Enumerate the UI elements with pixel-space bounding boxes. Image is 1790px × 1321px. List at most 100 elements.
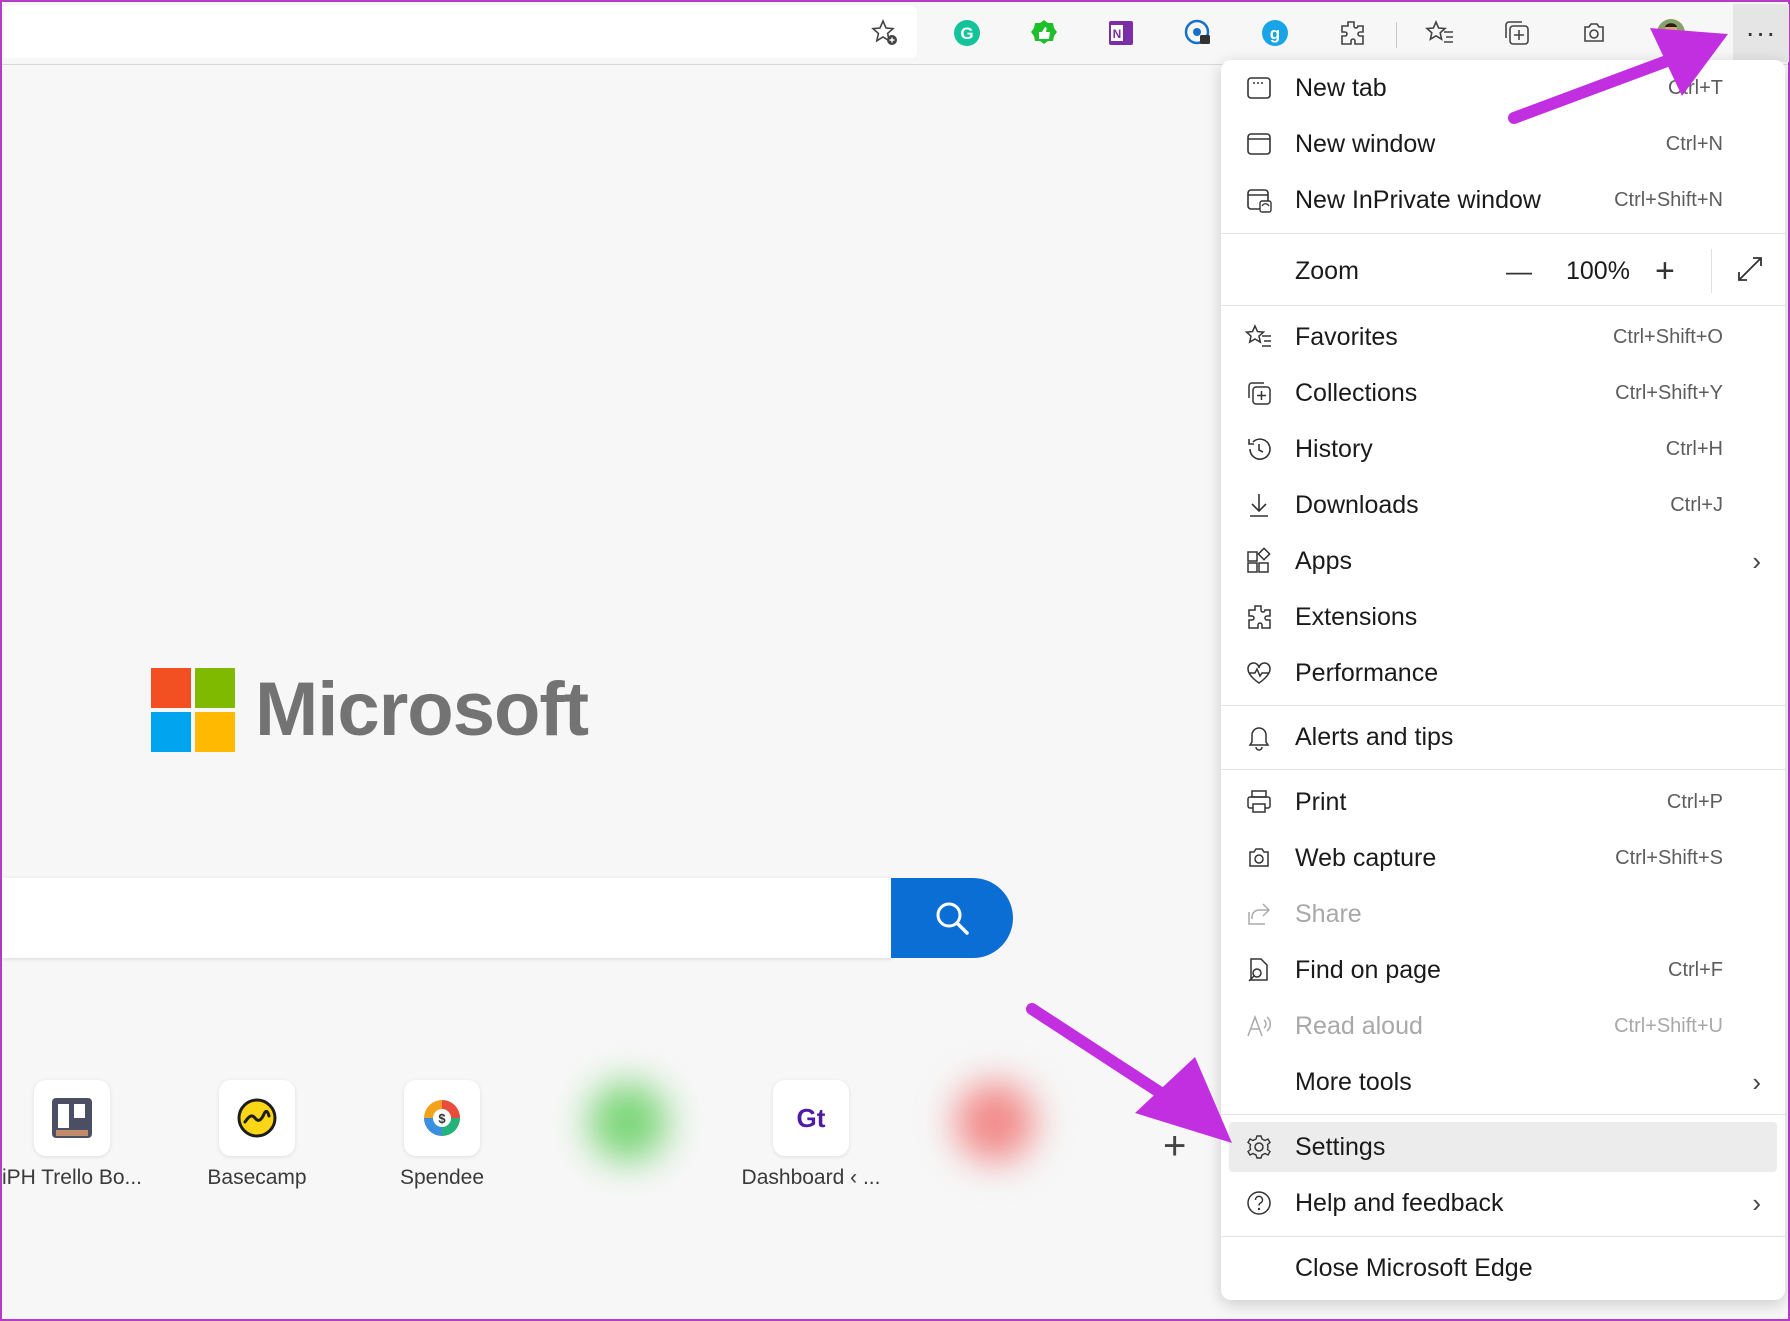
annotation-arrow-more — [1508, 28, 1728, 124]
menu-shortcut: Ctrl+P — [1666, 790, 1723, 813]
more-options-button[interactable]: ··· — [1733, 4, 1789, 62]
menu-separator — [1221, 233, 1785, 234]
menu-item-help-and-feedback[interactable]: Help and feedback › — [1221, 1178, 1785, 1228]
extensions-icon — [1243, 601, 1275, 633]
menu-item-more-tools[interactable]: More tools › — [1221, 1057, 1785, 1107]
fullscreen-icon[interactable] — [1735, 254, 1765, 289]
menu-label: New tab — [1295, 73, 1387, 102]
menu-label: Apps — [1295, 546, 1352, 575]
quick-link-label: iPH Trello Bo... — [1, 1166, 143, 1189]
svg-text:g: g — [1270, 24, 1280, 43]
search-icon — [936, 902, 969, 935]
menu-label: Favorites — [1295, 322, 1398, 351]
menu-label: Print — [1295, 787, 1347, 816]
add-favorite-icon[interactable] — [864, 12, 906, 54]
search-button[interactable] — [891, 878, 1013, 958]
blurred-tile-green — [588, 1082, 668, 1162]
zoom-label: Zoom — [1295, 256, 1359, 285]
menu-shortcut: Ctrl+Shift+U — [1614, 1014, 1723, 1037]
svg-text:$: $ — [438, 1111, 446, 1126]
menu-item-settings[interactable]: Settings — [1229, 1122, 1777, 1172]
toolbar-divider — [1396, 22, 1397, 48]
share-icon — [1243, 898, 1275, 930]
basecamp-icon — [219, 1080, 295, 1156]
menu-item-favorites[interactable]: Favorites Ctrl+Shift+O — [1221, 312, 1785, 362]
menu-label: Close Microsoft Edge — [1295, 1253, 1533, 1282]
grammarly-icon[interactable]: G — [946, 12, 988, 54]
onenote-icon[interactable]: N — [1100, 12, 1142, 54]
spendee-icon: $ — [404, 1080, 480, 1156]
menu-label: Read aloud — [1295, 1011, 1423, 1040]
search-input[interactable] — [2, 878, 892, 958]
favorites-icon[interactable] — [1419, 12, 1461, 54]
zoom-out-button[interactable]: — — [1506, 256, 1532, 287]
menu-item-read-aloud[interactable]: Read aloud Ctrl+Shift+U — [1221, 1001, 1785, 1051]
menu-item-collections[interactable]: Collections Ctrl+Shift+Y — [1221, 368, 1785, 418]
menu-shortcut: Ctrl+N — [1665, 132, 1723, 155]
apps-icon — [1243, 545, 1275, 577]
menu-shortcut: Ctrl+J — [1670, 493, 1723, 516]
menu-separator — [1221, 705, 1785, 706]
printer-icon — [1243, 786, 1275, 818]
menu-item-close-edge[interactable]: Close Microsoft Edge — [1221, 1243, 1785, 1293]
new-tab-icon — [1243, 72, 1275, 104]
chevron-right-icon: › — [1752, 545, 1761, 576]
new-window-icon — [1243, 128, 1275, 160]
menu-item-performance[interactable]: Performance — [1221, 648, 1785, 698]
menu-item-downloads[interactable]: Downloads Ctrl+J — [1221, 480, 1785, 530]
menu-label: Find on page — [1295, 955, 1441, 984]
menu-item-web-capture[interactable]: Web capture Ctrl+Shift+S — [1221, 833, 1785, 883]
menu-label: Extensions — [1295, 602, 1418, 631]
menu-label: Web capture — [1295, 843, 1437, 872]
find-icon — [1243, 954, 1275, 986]
menu-item-zoom: Zoom — 100% + — [1221, 243, 1785, 299]
extensions-icon[interactable] — [1331, 12, 1373, 54]
menu-item-history[interactable]: History Ctrl+H — [1221, 424, 1785, 474]
menu-item-new-inprivate-window[interactable]: New InPrivate window Ctrl+Shift+N — [1221, 175, 1785, 225]
quick-link-label: Spendee — [399, 1166, 485, 1189]
menu-separator — [1221, 1114, 1785, 1115]
menu-label: History — [1295, 434, 1373, 463]
zoom-level: 100% — [1566, 256, 1630, 285]
dashboard-icon: Gt — [773, 1080, 849, 1156]
menu-label: New window — [1295, 129, 1436, 158]
trello-icon — [34, 1080, 110, 1156]
menu-shortcut: Ctrl+Shift+N — [1614, 188, 1723, 211]
menu-shortcut: Ctrl+Shift+S — [1615, 846, 1723, 869]
address-bar[interactable] — [4, 6, 917, 58]
gear-icon — [1243, 1131, 1275, 1163]
menu-item-extensions[interactable]: Extensions — [1221, 592, 1785, 642]
menu-label: Downloads — [1295, 490, 1419, 519]
menu-item-share[interactable]: Share — [1221, 889, 1785, 939]
annotation-arrow-settings — [1026, 1003, 1232, 1143]
zoom-in-button[interactable]: + — [1655, 252, 1675, 291]
menu-label: Help and feedback — [1295, 1188, 1504, 1217]
menu-item-find-on-page[interactable]: Find on page Ctrl+F — [1221, 945, 1785, 995]
grammarly-go-icon[interactable]: g — [1254, 12, 1296, 54]
menu-separator — [1221, 305, 1785, 306]
quick-link-dashboard[interactable]: Gt Dashboard ‹ ... — [719, 1080, 903, 1190]
menu-shortcut: Ctrl+Shift+O — [1612, 325, 1723, 348]
more-options-menu: New tab Ctrl+T New window Ctrl+N New InP… — [1221, 60, 1785, 1300]
download-icon — [1243, 489, 1275, 521]
read-aloud-icon — [1243, 1010, 1275, 1042]
quick-link-label: Dashboard ‹ ... — [741, 1166, 881, 1189]
menu-label: Settings — [1295, 1132, 1386, 1161]
quick-link-spendee[interactable]: $ Spendee — [350, 1080, 534, 1190]
menu-shortcut: Ctrl+H — [1665, 437, 1723, 460]
quick-link-basecamp[interactable]: Basecamp — [165, 1080, 349, 1190]
menu-item-apps[interactable]: Apps › — [1221, 536, 1785, 586]
menu-shortcut: Ctrl+Shift+Y — [1615, 381, 1723, 404]
menu-item-print[interactable]: Print Ctrl+P — [1221, 777, 1785, 827]
favorites-icon — [1243, 321, 1275, 353]
menu-separator — [1221, 1236, 1785, 1237]
quick-link-trello[interactable]: iPH Trello Bo... — [0, 1080, 164, 1190]
menu-label: More tools — [1295, 1067, 1412, 1096]
menu-label: Performance — [1295, 658, 1439, 687]
help-icon — [1243, 1187, 1275, 1219]
menu-label: New InPrivate window — [1295, 185, 1541, 214]
thumbs-up-extension-icon[interactable] — [1023, 12, 1065, 54]
password-manager-icon[interactable] — [1177, 12, 1219, 54]
menu-item-alerts-and-tips[interactable]: Alerts and tips — [1221, 712, 1785, 762]
microsoft-wordmark: Microsoft — [255, 667, 589, 752]
